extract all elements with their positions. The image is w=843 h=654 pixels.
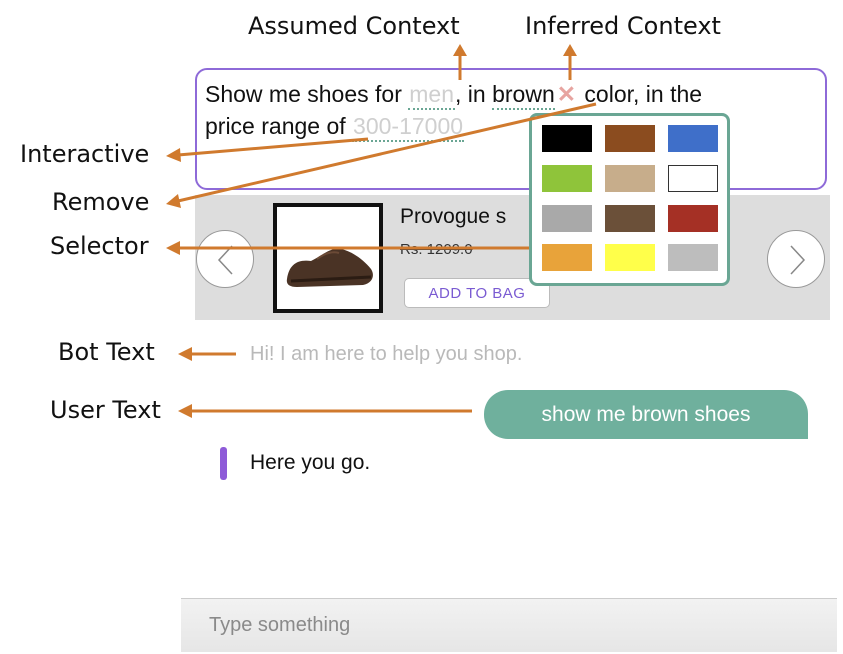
arrow-interactive	[177, 137, 369, 157]
annotation-arrows	[166, 44, 597, 418]
arrow-remove	[177, 102, 597, 203]
